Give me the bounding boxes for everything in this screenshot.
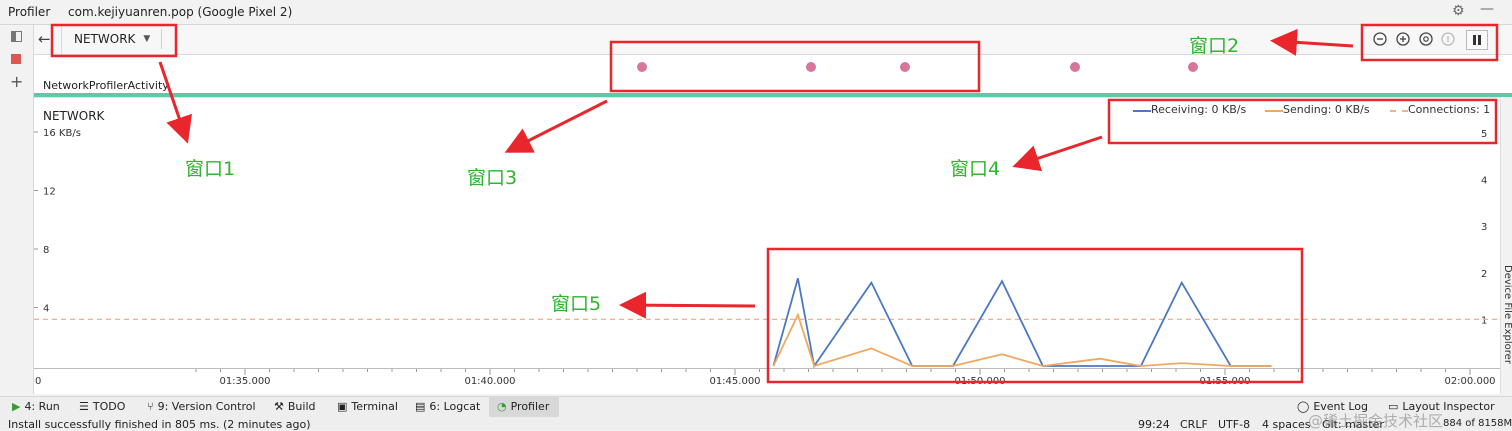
annotation-label-5: 窗口5 [551,293,602,315]
annotation-box-3 [609,40,981,93]
annotation-overlay [50,23,1499,384]
annotation-label-3: 窗口3 [467,167,518,189]
annotation-arrow-5 [619,291,756,319]
annotation-box-2 [1360,23,1499,62]
annotation-label-4: 窗口4 [950,158,1001,180]
annotation-box-4 [1107,98,1498,145]
annotation-label-2: 窗口2 [1189,35,1240,57]
annotation-arrow-4 [1012,135,1103,172]
annotation-label-1: 窗口1 [185,158,236,180]
annotation-arrow-1 [158,61,192,144]
annotation-box-1 [50,23,178,58]
annotation-box-5 [766,247,1304,384]
annotation-arrow-3 [504,99,608,153]
annotation-arrow-2 [1270,28,1354,56]
